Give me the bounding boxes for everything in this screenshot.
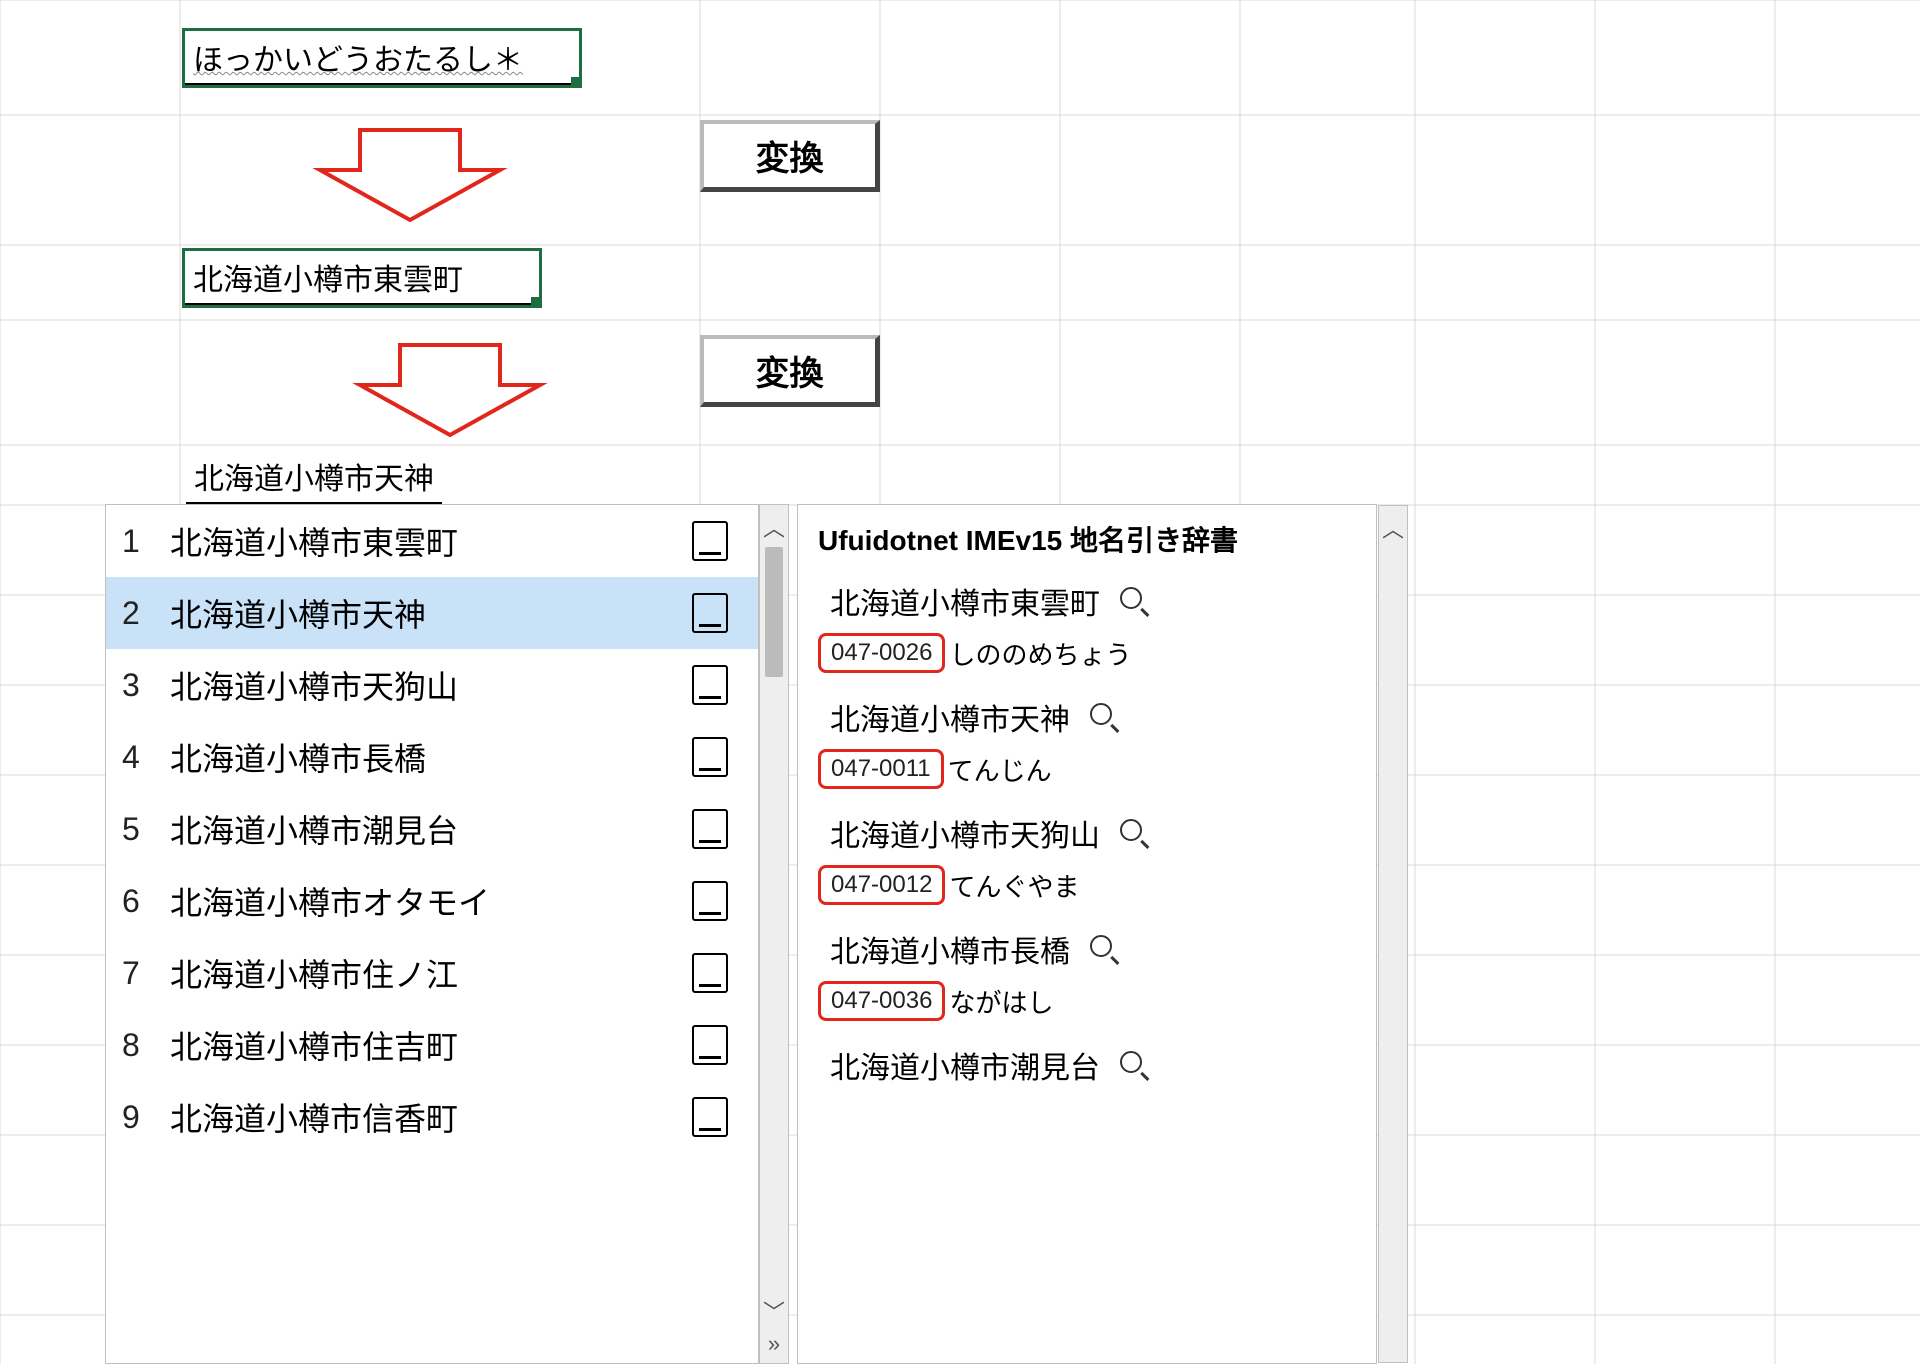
candidate-number: 9 [122, 1099, 170, 1136]
candidate-number: 1 [122, 523, 170, 560]
search-icon[interactable] [1090, 703, 1118, 731]
convert-button-1-label: 変換 [756, 131, 824, 180]
convert-button-2-label: 変換 [756, 346, 824, 395]
convert-button-2[interactable]: 変換 [700, 335, 880, 407]
candidate-number: 7 [122, 955, 170, 992]
scroll-down-icon[interactable]: ﹀ [763, 1295, 785, 1327]
candidate-number: 5 [122, 811, 170, 848]
dictionary-icon[interactable] [692, 881, 728, 921]
candidate-text: 北海道小樽市東雲町 [170, 518, 692, 564]
expand-icon[interactable]: » [768, 1331, 780, 1357]
candidate-number: 3 [122, 667, 170, 704]
dictionary-panel: Ufuidotnet IMEv15 地名引き辞書 北海道小樽市東雲町 047-00… [797, 504, 1377, 1364]
search-icon[interactable] [1090, 935, 1118, 963]
dictionary-entry: 北海道小樽市東雲町 047-0026しののめちょう [818, 579, 1356, 673]
dictionary-icon[interactable] [692, 665, 728, 705]
candidate-row[interactable]: 9北海道小樽市信香町 [106, 1081, 758, 1153]
down-arrow-icon [310, 120, 510, 230]
candidate-text: 北海道小樽市住吉町 [170, 1022, 692, 1068]
down-arrow-icon [350, 335, 550, 445]
candidate-row[interactable]: 3北海道小樽市天狗山 [106, 649, 758, 721]
candidate-text: 北海道小樽市住ノ江 [170, 950, 692, 996]
cell-input-1[interactable]: ほっかいどうおたるし＊ [182, 28, 582, 88]
entry-place: 北海道小樽市東雲町 [830, 579, 1100, 623]
dictionary-icon[interactable] [692, 521, 728, 561]
postal-code: 047-0026 [818, 633, 945, 673]
dictionary-icon[interactable] [692, 593, 728, 633]
cell-fill-handle[interactable] [531, 297, 541, 307]
entry-place: 北海道小樽市天狗山 [830, 811, 1100, 855]
entry-reading: しののめちょう [949, 635, 1131, 672]
cell-input-2[interactable]: 北海道小樽市東雲町 [182, 248, 542, 308]
cell-input-3[interactable]: 北海道小樽市天神 [186, 450, 442, 505]
candidate-text: 北海道小樽市長橋 [170, 734, 692, 780]
entry-reading: ながはし [949, 983, 1053, 1020]
postal-code: 047-0012 [818, 865, 945, 905]
cell-input-2-text: 北海道小樽市東雲町 [185, 251, 539, 305]
candidate-text: 北海道小樽市信香町 [170, 1094, 692, 1140]
dictionary-icon[interactable] [692, 953, 728, 993]
postal-code: 047-0011 [818, 749, 944, 789]
dictionary-icon[interactable] [692, 1097, 728, 1137]
candidate-number: 2 [122, 595, 170, 632]
search-icon[interactable] [1120, 1051, 1148, 1079]
entry-reading: てんじん [948, 751, 1052, 788]
dictionary-entry: 北海道小樽市天神 047-0011てんじん [818, 695, 1356, 789]
search-icon[interactable] [1120, 587, 1148, 615]
candidate-row[interactable]: 6北海道小樽市オタモイ [106, 865, 758, 937]
scroll-up-icon[interactable]: ︿ [1382, 512, 1404, 544]
entry-reading: てんぐやま [949, 867, 1079, 904]
candidate-row[interactable]: 8北海道小樽市住吉町 [106, 1009, 758, 1081]
dictionary-icon[interactable] [692, 809, 728, 849]
search-icon[interactable] [1120, 819, 1148, 847]
scrollbar-thumb[interactable] [765, 547, 783, 677]
convert-button-1[interactable]: 変換 [700, 120, 880, 192]
postal-code: 047-0036 [818, 981, 945, 1021]
candidate-list: 1北海道小樽市東雲町2北海道小樽市天神3北海道小樽市天狗山4北海道小樽市長橋5北… [105, 504, 759, 1364]
candidate-number: 6 [122, 883, 170, 920]
cell-input-1-text: ほっかいどうおたるし＊ [185, 31, 579, 85]
candidate-text: 北海道小樽市天神 [170, 590, 692, 636]
dictionary-entry: 北海道小樽市天狗山 047-0012てんぐやま [818, 811, 1356, 905]
entry-place: 北海道小樽市長橋 [830, 927, 1070, 971]
dictionary-icon[interactable] [692, 737, 728, 777]
candidate-row[interactable]: 2北海道小樽市天神 [106, 577, 758, 649]
candidate-row[interactable]: 4北海道小樽市長橋 [106, 721, 758, 793]
candidate-row[interactable]: 7北海道小樽市住ノ江 [106, 937, 758, 1009]
dictionary-entry: 北海道小樽市長橋 047-0036ながはし [818, 927, 1356, 1021]
candidate-scrollbar[interactable]: ︿ ﹀ » [759, 504, 789, 1364]
cell-input-3-text: 北海道小樽市天神 [186, 450, 442, 505]
candidate-number: 4 [122, 739, 170, 776]
ime-popup: 1北海道小樽市東雲町2北海道小樽市天神3北海道小樽市天狗山4北海道小樽市長橋5北… [105, 504, 1377, 1364]
dictionary-title: Ufuidotnet IMEv15 地名引き辞書 [818, 519, 1356, 559]
dictionary-icon[interactable] [692, 1025, 728, 1065]
cell-fill-handle[interactable] [571, 77, 581, 87]
candidate-text: 北海道小樽市天狗山 [170, 662, 692, 708]
candidate-row[interactable]: 1北海道小樽市東雲町 [106, 505, 758, 577]
candidate-row[interactable]: 5北海道小樽市潮見台 [106, 793, 758, 865]
dictionary-scrollbar[interactable]: ︿ [1378, 505, 1408, 1363]
scroll-up-icon[interactable]: ︿ [763, 511, 785, 543]
candidate-text: 北海道小樽市オタモイ [170, 878, 692, 924]
entry-place: 北海道小樽市潮見台 [830, 1043, 1100, 1087]
dictionary-entry: 北海道小樽市潮見台 [818, 1043, 1356, 1087]
candidate-text: 北海道小樽市潮見台 [170, 806, 692, 852]
entry-place: 北海道小樽市天神 [830, 695, 1070, 739]
candidate-number: 8 [122, 1027, 170, 1064]
